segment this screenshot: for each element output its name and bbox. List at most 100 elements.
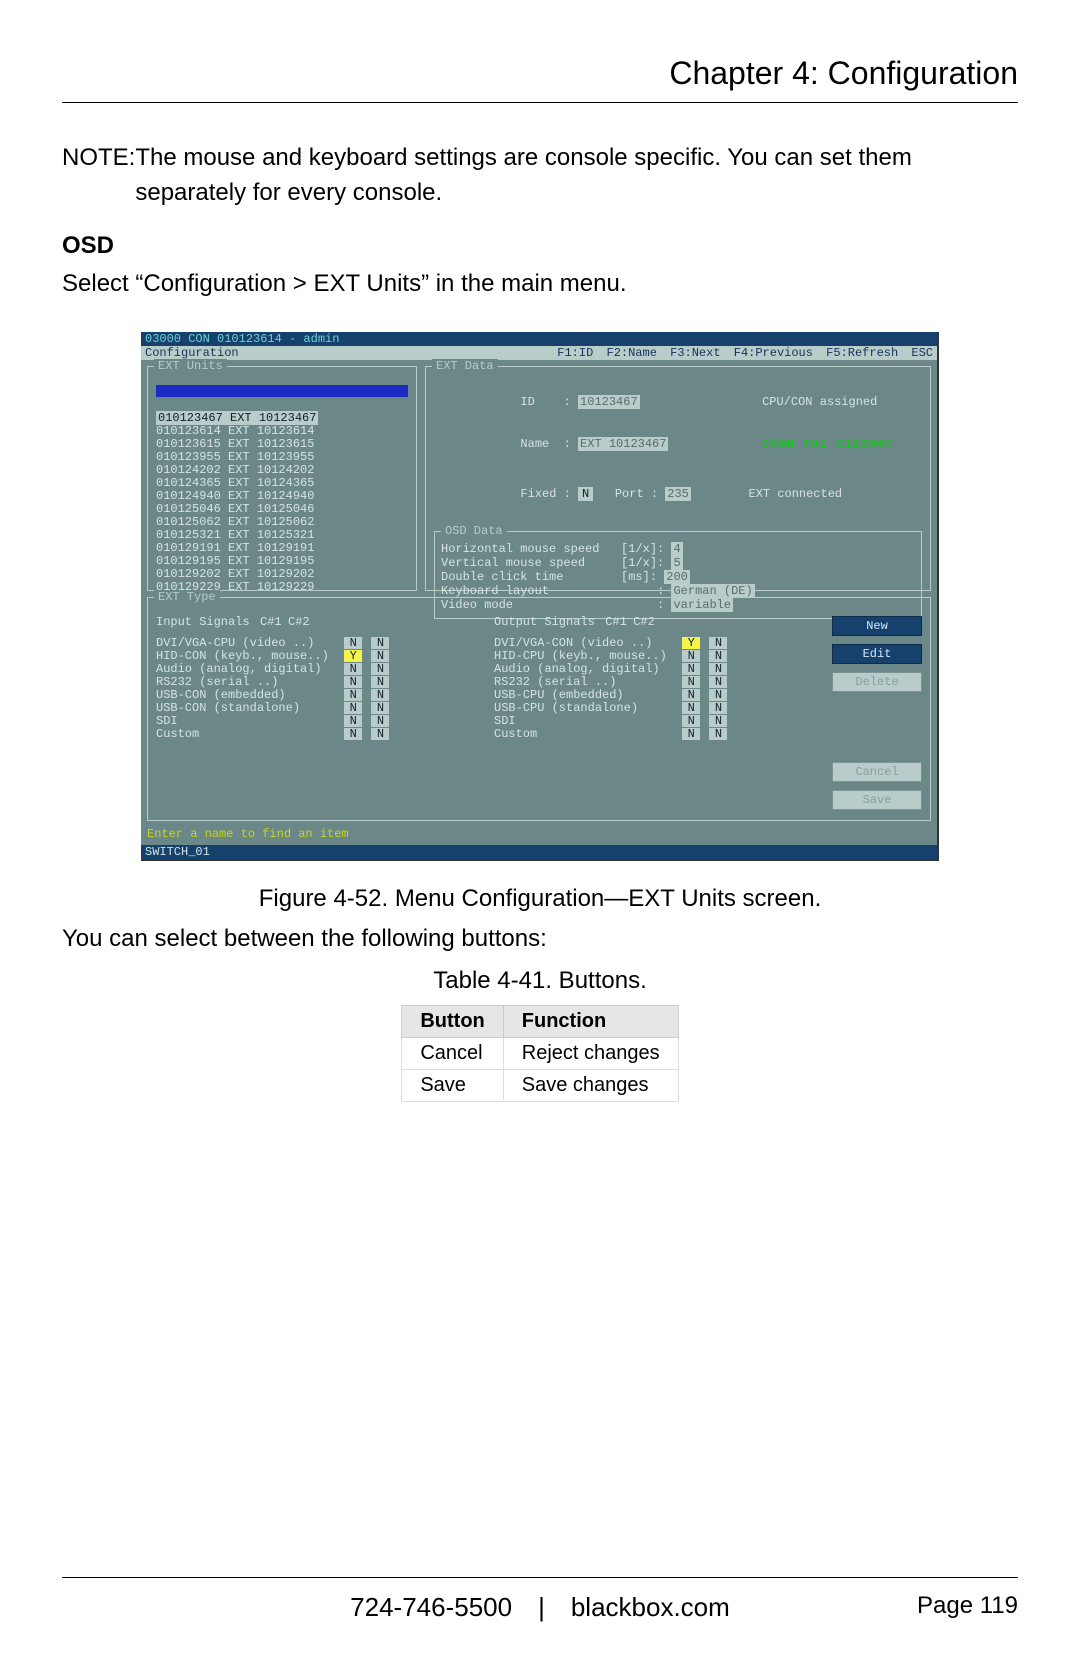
signal-cell[interactable]: N bbox=[709, 650, 727, 662]
header-rule bbox=[62, 102, 1018, 103]
ext-connected-label: EXT connected bbox=[749, 487, 843, 501]
osd-menubar: Configuration F1:ID F2:Name F3:Next F4:P… bbox=[141, 346, 937, 360]
osd-data-title: OSD Data bbox=[441, 524, 507, 538]
signals-header: Output Signals C#1C#2 bbox=[494, 616, 820, 629]
signal-cell[interactable]: N bbox=[371, 728, 389, 740]
signal-cell[interactable]: N bbox=[682, 715, 700, 727]
buttons-table-r2c2: Save changes bbox=[503, 1070, 678, 1102]
fkey-f1[interactable]: F1:ID bbox=[557, 346, 593, 360]
signal-cell[interactable]: N bbox=[371, 702, 389, 714]
new-button[interactable]: New bbox=[832, 616, 922, 636]
id-field[interactable]: 10123467 bbox=[578, 395, 640, 409]
signal-cell[interactable]: N bbox=[344, 676, 362, 688]
buttons-table-r1c2: Reject changes bbox=[503, 1038, 678, 1070]
vms-label: Vertical mouse speed bbox=[441, 556, 585, 570]
buttons-table-r1c1: Cancel bbox=[402, 1038, 503, 1070]
signal-cell[interactable]: N bbox=[371, 650, 389, 662]
ext-type-panel: EXT Type Input Signals C#1C#2DVI/VGA-CPU… bbox=[147, 597, 931, 821]
table-row: Cancel Reject changes bbox=[402, 1038, 678, 1070]
after-figure-text: You can select between the following but… bbox=[62, 925, 1018, 953]
cancel-button[interactable]: Cancel bbox=[832, 762, 922, 782]
fkey-f5[interactable]: F5:Refresh bbox=[826, 346, 898, 360]
port-field: 235 bbox=[665, 487, 691, 501]
fkey-f2[interactable]: F2:Name bbox=[607, 346, 657, 360]
signal-cell[interactable]: N bbox=[371, 715, 389, 727]
signal-cell[interactable]: N bbox=[682, 702, 700, 714]
dct-label: Double click time bbox=[441, 570, 563, 584]
signal-cell[interactable]: N bbox=[344, 728, 362, 740]
kl-field[interactable]: German (DE) bbox=[671, 584, 754, 598]
signal-cell[interactable]: N bbox=[344, 637, 362, 649]
name-field[interactable]: EXT 10123467 bbox=[578, 437, 668, 451]
kl-sep: : bbox=[657, 584, 664, 598]
signal-cell[interactable]: N bbox=[344, 715, 362, 727]
ext-units-panel[interactable]: EXT Units 010123467 EXT 1012346701012361… bbox=[147, 366, 417, 591]
signal-cell[interactable]: N bbox=[344, 689, 362, 701]
cpucon-assigned-label: CPU/CON assigned bbox=[762, 395, 877, 409]
signal-cell[interactable]: N bbox=[682, 650, 700, 662]
find-prompt[interactable]: Enter a name to find an item bbox=[147, 827, 931, 841]
list-item-selected[interactable]: 010123467 EXT 10123467 bbox=[156, 411, 318, 425]
port-label: Port bbox=[615, 487, 644, 501]
select-line: Select “Configuration > EXT Units” in th… bbox=[62, 267, 1018, 302]
ext-units-title: EXT Units bbox=[154, 359, 227, 373]
edit-button[interactable]: Edit bbox=[832, 644, 922, 664]
buttons-table: Button Function Cancel Reject changes Sa… bbox=[401, 1005, 678, 1102]
ext-units-cursor[interactable] bbox=[156, 385, 408, 397]
osd-heading: OSD bbox=[62, 229, 1018, 264]
save-button[interactable]: Save bbox=[832, 790, 922, 810]
signal-cell[interactable]: N bbox=[371, 689, 389, 701]
signal-cell[interactable]: N bbox=[709, 689, 727, 701]
kl-label: Keyboard layout bbox=[441, 584, 549, 598]
signal-row: Custom N N bbox=[494, 728, 820, 741]
osd-screenshot: 03000 CON 010123614 - admin Configuratio… bbox=[141, 332, 939, 861]
signal-cell[interactable]: N bbox=[371, 676, 389, 688]
signal-row: Custom N N bbox=[156, 728, 482, 741]
footer-page: Page 119 bbox=[917, 1592, 1018, 1620]
buttons-table-h2: Function bbox=[503, 1006, 678, 1038]
delete-button[interactable]: Delete bbox=[832, 672, 922, 692]
chapter-title: Chapter 4: Configuration bbox=[62, 55, 1018, 92]
switch-status: SWITCH_01 bbox=[141, 845, 937, 859]
menu-configuration[interactable]: Configuration bbox=[145, 346, 239, 360]
ext-type-title: EXT Type bbox=[154, 590, 220, 604]
vms-field[interactable]: 5 bbox=[671, 556, 682, 570]
signal-cell[interactable]: N bbox=[709, 663, 727, 675]
cpucon-assigned-value: CONN TUI 0123567 bbox=[762, 437, 893, 451]
fixed-field[interactable]: N bbox=[578, 487, 593, 501]
hms-label: Horizontal mouse speed bbox=[441, 542, 599, 556]
signal-cell[interactable]: N bbox=[709, 715, 727, 727]
signal-cell[interactable]: N bbox=[371, 637, 389, 649]
signal-cell[interactable]: N bbox=[709, 702, 727, 714]
signal-cell[interactable]: N bbox=[682, 663, 700, 675]
signal-cell[interactable]: N bbox=[709, 728, 727, 740]
dct-field[interactable]: 200 bbox=[664, 570, 690, 584]
osd-title-bar: 03000 CON 010123614 - admin bbox=[141, 332, 937, 346]
output-signals-col: Output Signals C#1C#2DVI/VGA-CON (video … bbox=[494, 616, 820, 810]
signal-cell[interactable]: N bbox=[709, 637, 727, 649]
signal-cell[interactable]: Y bbox=[344, 650, 362, 662]
fkey-esc[interactable]: ESC bbox=[911, 346, 933, 360]
signal-cell[interactable]: N bbox=[371, 663, 389, 675]
signals-header: Input Signals C#1C#2 bbox=[156, 616, 482, 629]
signal-cell[interactable]: N bbox=[682, 689, 700, 701]
signal-cell[interactable]: N bbox=[682, 728, 700, 740]
fixed-label: Fixed bbox=[520, 487, 556, 501]
dct-unit: [ms]: bbox=[621, 570, 657, 584]
signal-cell[interactable]: N bbox=[344, 663, 362, 675]
hms-field[interactable]: 4 bbox=[671, 542, 682, 556]
signal-cell[interactable]: N bbox=[682, 676, 700, 688]
signal-cell[interactable]: N bbox=[344, 702, 362, 714]
footer-rule bbox=[62, 1577, 1018, 1578]
ext-data-panel: EXT Data ID : 10123467 CPU/CON assigned … bbox=[425, 366, 931, 591]
fkey-f3[interactable]: F3:Next bbox=[670, 346, 720, 360]
signal-cell[interactable]: Y bbox=[682, 637, 700, 649]
vms-unit: [1/x]: bbox=[621, 556, 664, 570]
name-label: Name bbox=[520, 437, 549, 451]
buttons-table-r2c1: Save bbox=[402, 1070, 503, 1102]
input-signals-col: Input Signals C#1C#2DVI/VGA-CPU (video .… bbox=[156, 616, 482, 810]
signal-cell[interactable]: N bbox=[709, 676, 727, 688]
buttons-table-h1: Button bbox=[402, 1006, 503, 1038]
table-caption: Table 4-41. Buttons. bbox=[62, 967, 1018, 995]
fkey-f4[interactable]: F4:Previous bbox=[734, 346, 813, 360]
